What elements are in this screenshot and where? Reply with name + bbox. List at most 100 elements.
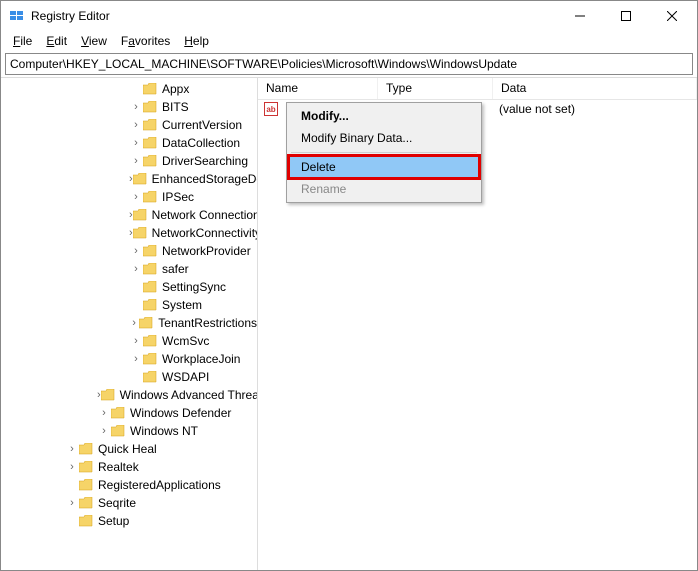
chevron-right-icon[interactable]: › [129, 155, 143, 167]
tree-label: RegisteredApplications [96, 478, 221, 492]
tree-item[interactable]: › Realtek [1, 458, 257, 476]
window-title: Registry Editor [31, 9, 557, 23]
tree-label: Appx [160, 82, 189, 96]
tree-pane[interactable]: Appx›BITS›CurrentVersion›DataCollection›… [1, 78, 258, 570]
tree-label: Setup [96, 514, 129, 528]
address-bar[interactable]: Computer\HKEY_LOCAL_MACHINE\SOFTWARE\Pol… [5, 53, 693, 75]
column-name[interactable]: Name [258, 78, 378, 99]
tree-label: Network Connections [150, 208, 258, 222]
tree-label: Windows Advanced Threat Protection [118, 388, 258, 402]
chevron-right-icon[interactable]: › [129, 137, 143, 149]
chevron-right-icon[interactable]: › [129, 101, 143, 113]
folder-icon [143, 245, 157, 257]
list-body[interactable]: ab (value not set) Modify... Modify Bina… [258, 100, 697, 570]
tree-item[interactable]: › WcmSvc [1, 332, 257, 350]
maximize-button[interactable] [603, 1, 649, 31]
ctx-delete[interactable]: Delete [289, 156, 479, 178]
folder-icon [143, 281, 157, 293]
ctx-rename: Rename [289, 178, 479, 200]
menu-bar: File Edit View Favorites Help [1, 31, 697, 51]
ctx-separator [291, 152, 477, 153]
folder-icon [143, 83, 157, 95]
chevron-right-icon[interactable]: › [65, 443, 79, 455]
folder-icon [79, 443, 93, 455]
chevron-right-icon[interactable]: › [129, 263, 143, 275]
folder-icon [143, 371, 157, 383]
menu-help[interactable]: Help [178, 33, 215, 49]
tree-item[interactable]: Appx [1, 80, 257, 98]
tree-label: SettingSync [160, 280, 226, 294]
tree-item[interactable]: SettingSync [1, 278, 257, 296]
tree-item[interactable]: Setup [1, 512, 257, 530]
tree-label: Realtek [96, 460, 139, 474]
tree-item[interactable]: WSDAPI [1, 368, 257, 386]
folder-icon [79, 497, 93, 509]
chevron-right-icon[interactable]: › [129, 245, 143, 257]
string-value-icon: ab [264, 102, 278, 116]
column-type[interactable]: Type [378, 78, 493, 99]
chevron-right-icon[interactable]: › [65, 461, 79, 473]
folder-icon [139, 317, 153, 329]
tree-item[interactable]: ›TenantRestrictions [1, 314, 257, 332]
folder-icon [143, 155, 157, 167]
tree-item[interactable]: › BITS [1, 98, 257, 116]
tree-label: WSDAPI [160, 370, 209, 384]
tree: Appx›BITS›CurrentVersion›DataCollection›… [1, 78, 257, 532]
chevron-right-icon[interactable]: › [97, 425, 111, 437]
tree-label: Quick Heal [96, 442, 157, 456]
folder-icon [133, 209, 147, 221]
menu-file[interactable]: File [7, 33, 38, 49]
tree-item[interactable]: › CurrentVersion [1, 116, 257, 134]
tree-item[interactable]: ›Windows NT [1, 422, 257, 440]
column-data[interactable]: Data [493, 78, 697, 99]
folder-icon [133, 227, 147, 239]
chevron-right-icon[interactable]: › [129, 191, 143, 203]
chevron-right-icon[interactable]: › [65, 497, 79, 509]
tree-item[interactable]: › NetworkProvider [1, 242, 257, 260]
tree-label: DriverSearching [160, 154, 248, 168]
tree-item[interactable]: ›NetworkConnectivityStatusIndicator [1, 224, 257, 242]
address-text: Computer\HKEY_LOCAL_MACHINE\SOFTWARE\Pol… [10, 57, 517, 71]
chevron-right-icon[interactable]: › [129, 317, 139, 329]
chevron-right-icon[interactable]: › [129, 119, 143, 131]
menu-edit[interactable]: Edit [40, 33, 73, 49]
value-data-cell: (value not set) [491, 102, 583, 116]
tree-label: NetworkConnectivityStatusIndicator [150, 226, 258, 240]
tree-item[interactable]: › Windows Defender [1, 404, 257, 422]
tree-item[interactable]: ›safer [1, 260, 257, 278]
window-controls [557, 1, 695, 31]
tree-item[interactable]: › WorkplaceJoin [1, 350, 257, 368]
tree-item[interactable]: ›IPSec [1, 188, 257, 206]
minimize-button[interactable] [557, 1, 603, 31]
content-area: Appx›BITS›CurrentVersion›DataCollection›… [1, 77, 697, 570]
folder-icon [143, 263, 157, 275]
context-menu: Modify... Modify Binary Data... Delete R… [286, 102, 482, 203]
ctx-modify-binary[interactable]: Modify Binary Data... [289, 127, 479, 149]
chevron-right-icon[interactable]: › [129, 353, 143, 365]
tree-item[interactable]: ›EnhancedStorageDevices [1, 170, 257, 188]
tree-label: WcmSvc [160, 334, 209, 348]
menu-view[interactable]: View [75, 33, 113, 49]
ctx-modify[interactable]: Modify... [289, 105, 479, 127]
tree-item[interactable]: › DriverSearching [1, 152, 257, 170]
folder-icon [143, 299, 157, 311]
tree-item[interactable]: ›DataCollection [1, 134, 257, 152]
tree-label: CurrentVersion [160, 118, 242, 132]
tree-label: WorkplaceJoin [160, 352, 240, 366]
folder-icon [101, 389, 115, 401]
column-headers: Name Type Data [258, 78, 697, 100]
chevron-right-icon[interactable]: › [129, 335, 143, 347]
tree-item[interactable]: RegisteredApplications [1, 476, 257, 494]
chevron-right-icon[interactable]: › [97, 407, 111, 419]
close-button[interactable] [649, 1, 695, 31]
folder-icon [79, 479, 93, 491]
tree-item[interactable]: ›Seqrite [1, 494, 257, 512]
tree-label: Windows Defender [128, 406, 231, 420]
tree-label: NetworkProvider [160, 244, 251, 258]
tree-label: BITS [160, 100, 189, 114]
tree-item[interactable]: › Quick Heal [1, 440, 257, 458]
menu-favorites[interactable]: Favorites [115, 33, 176, 49]
tree-item[interactable]: ›Windows Advanced Threat Protection [1, 386, 257, 404]
tree-item[interactable]: System [1, 296, 257, 314]
tree-item[interactable]: ›Network Connections [1, 206, 257, 224]
